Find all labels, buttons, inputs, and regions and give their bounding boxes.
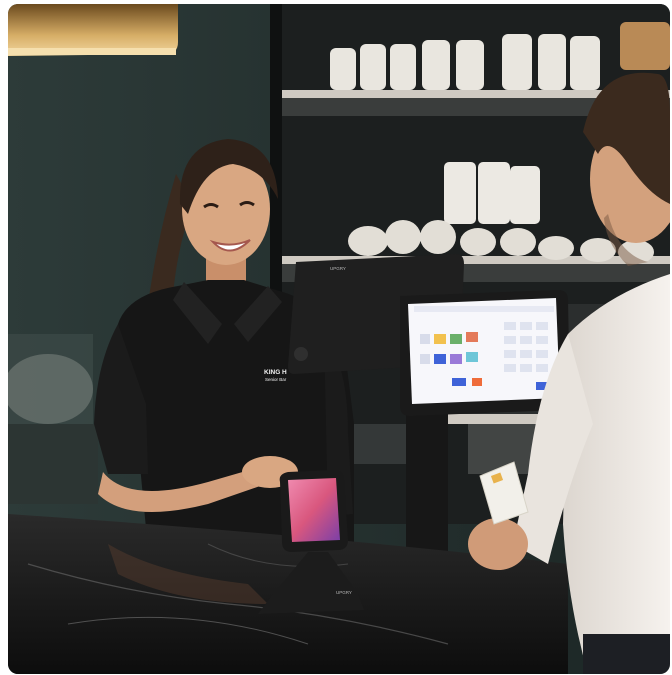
brand-mark-reader: UPGRY [336, 590, 352, 595]
pendant-lamp [8, 4, 178, 56]
name-badge-line-2: Senior Bar [265, 377, 287, 382]
pos-checkout-photo: KING H Senior Bar UPGRY UPGRY [8, 4, 670, 674]
photo-frame: KING H Senior Bar UPGRY UPGRY [8, 4, 670, 674]
name-badge-line-1: KING H [264, 369, 287, 376]
brand-mark-back: UPGRY [330, 266, 346, 271]
reader-screen [288, 478, 340, 542]
